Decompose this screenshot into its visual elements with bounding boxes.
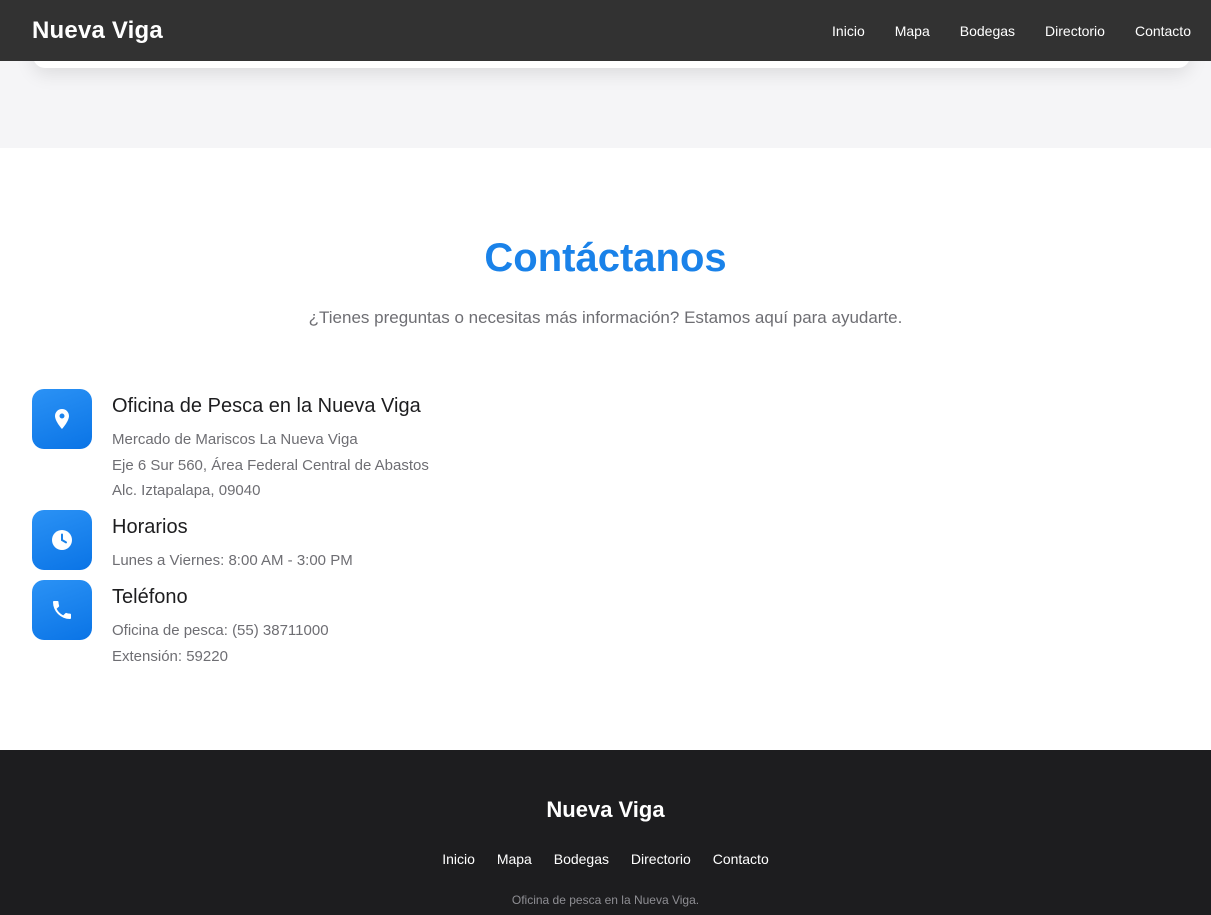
footer-link-bodegas[interactable]: Bodegas	[554, 851, 609, 867]
contact-item-hours-text: Horarios Lunes a Viernes: 8:00 AM - 3:00…	[112, 510, 353, 574]
contact-item-phone-text: Teléfono Oficina de pesca: (55) 38711000…	[112, 580, 329, 669]
nav-link-mapa[interactable]: Mapa	[895, 23, 930, 39]
previous-section-band	[0, 61, 1211, 148]
contact-item-title: Oficina de Pesca en la Nueva Viga	[112, 395, 421, 417]
contact-item-hours: Horarios Lunes a Viernes: 8:00 AM - 3:00…	[32, 510, 353, 574]
footer-note: Oficina de pesca en la Nueva Viga.	[511, 893, 700, 907]
nav-link-bodegas[interactable]: Bodegas	[960, 23, 1015, 39]
footer-link-contacto[interactable]: Contacto	[713, 851, 769, 867]
previous-section-card	[33, 61, 1190, 68]
contact-item-title: Teléfono	[112, 586, 188, 608]
contact-subtitle: ¿Tienes preguntas o necesitas más inform…	[308, 308, 903, 327]
contact-item-line: Alc. Iztapalapa, 09040	[112, 482, 261, 499]
contact-item-line: Mercado de Mariscos La Nueva Viga	[112, 431, 358, 448]
site-header: Nueva Viga Inicio Mapa Bodegas Directori…	[0, 0, 1211, 61]
nav-link-contacto[interactable]: Contacto	[1135, 23, 1191, 39]
footer-link-directorio[interactable]: Directorio	[631, 851, 691, 867]
contact-title: Contáctanos	[484, 236, 727, 280]
contact-item-line: Oficina de pesca: (55) 38711000	[112, 622, 329, 639]
footer-link-mapa[interactable]: Mapa	[497, 851, 532, 867]
contact-item-line: Lunes a Viernes: 8:00 AM - 3:00 PM	[112, 552, 353, 569]
contact-item-line: Extensión: 59220	[112, 647, 228, 665]
clock-icon	[32, 510, 92, 570]
map-pin-icon	[32, 389, 92, 449]
contact-item-title: Horarios	[112, 516, 188, 538]
footer-link-inicio[interactable]: Inicio	[442, 851, 475, 867]
contact-item-office: Oficina de Pesca en la Nueva Viga Mercad…	[32, 389, 429, 504]
nav-link-directorio[interactable]: Directorio	[1045, 23, 1105, 39]
contact-section: Contáctanos ¿Tienes preguntas o necesita…	[0, 148, 1211, 750]
footer-brand: Nueva Viga	[546, 797, 665, 822]
contact-item-line: Eje 6 Sur 560, Área Federal Central de A…	[112, 456, 429, 474]
nav-link-inicio[interactable]: Inicio	[832, 23, 865, 39]
contact-item-office-text: Oficina de Pesca en la Nueva Viga Mercad…	[112, 389, 429, 504]
site-footer: Nueva Viga Inicio Mapa Bodegas Directori…	[0, 750, 1211, 915]
main-nav: Inicio Mapa Bodegas Directorio Contacto	[802, 23, 1191, 39]
contact-item-phone: Teléfono Oficina de pesca: (55) 38711000…	[32, 580, 329, 669]
footer-nav: Inicio Mapa Bodegas Directorio Contacto	[0, 851, 1211, 867]
phone-icon	[32, 580, 92, 640]
site-brand[interactable]: Nueva Viga	[32, 17, 163, 45]
